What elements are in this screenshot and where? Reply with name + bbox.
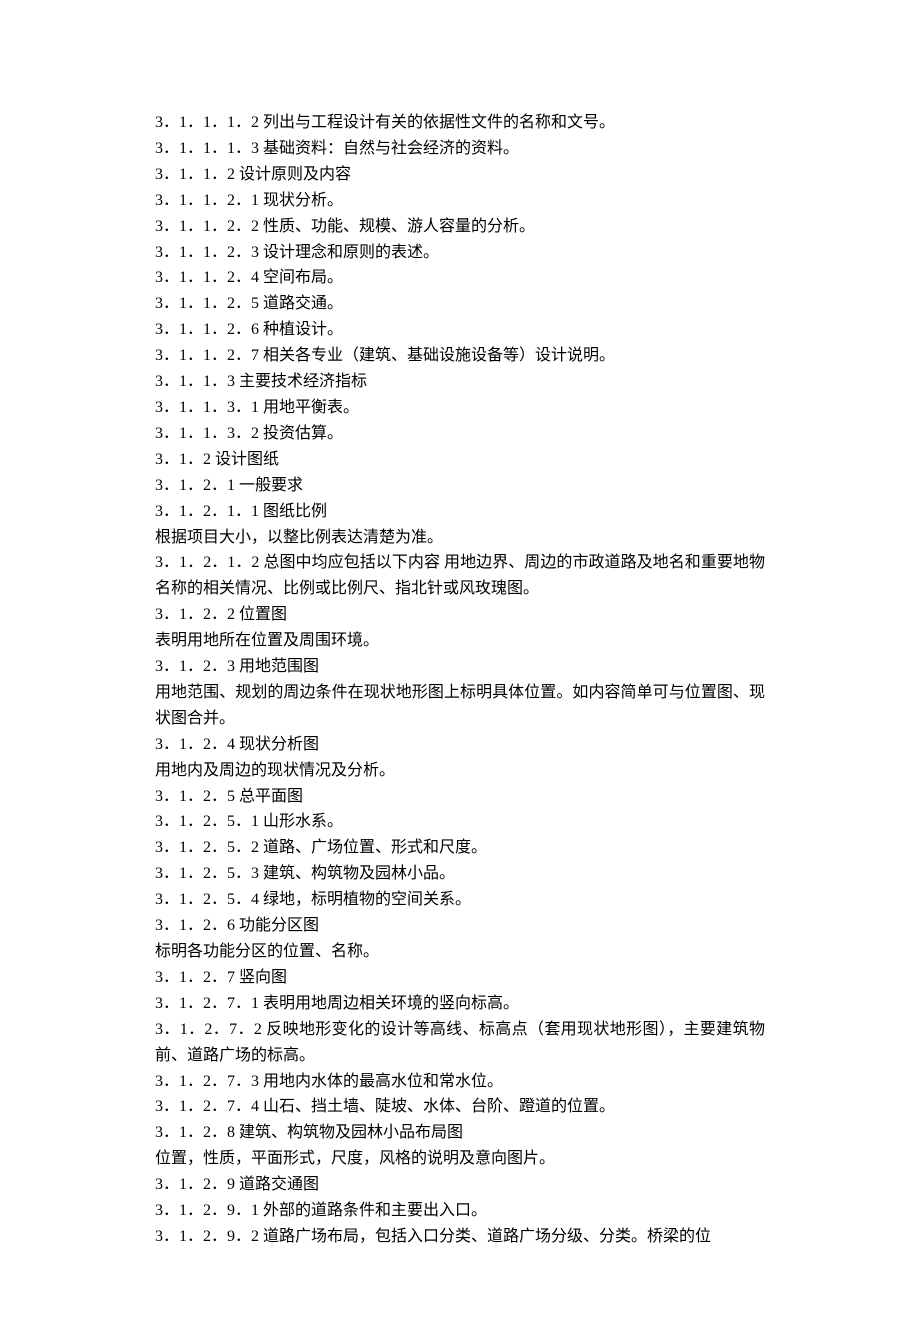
document-line: 用地内及周边的现状情况及分析。 — [155, 758, 765, 784]
document-line: 3．1．1．2．3 设计理念和原则的表述。 — [155, 240, 765, 266]
document-line: 3．1．2 设计图纸 — [155, 447, 765, 473]
document-line: 3．1．2．7．4 山石、挡土墙、陡坡、水体、台阶、蹬道的位置。 — [155, 1094, 765, 1120]
document-line: 3．1．1．3 主要技术经济指标 — [155, 369, 765, 395]
document-line: 3．1．2．7 竖向图 — [155, 965, 765, 991]
document-line: 3．1．2．7．3 用地内水体的最高水位和常水位。 — [155, 1069, 765, 1095]
document-line: 3．1．2．1．1 图纸比例 — [155, 499, 765, 525]
document-line: 3．1．2．2 位置图 — [155, 602, 765, 628]
document-line: 3．1．2．5 总平面图 — [155, 784, 765, 810]
document-line: 3．1．2．6 功能分区图 — [155, 913, 765, 939]
document-line: 3．1．2．5．3 建筑、构筑物及园林小品。 — [155, 861, 765, 887]
document-line: 3．1．2．9．1 外部的道路条件和主要出入口。 — [155, 1198, 765, 1224]
document-line: 3．1．2．9 道路交通图 — [155, 1172, 765, 1198]
document-line: 3．1．2．7．1 表明用地周边相关环境的竖向标高。 — [155, 991, 765, 1017]
document-line: 位置，性质，平面形式，尺度，风格的说明及意向图片。 — [155, 1146, 765, 1172]
document-line: 3．1．1．2．7 相关各专业（建筑、基础设施设备等）设计说明。 — [155, 343, 765, 369]
document-line: 3．1．1．3．1 用地平衡表。 — [155, 395, 765, 421]
document-line: 3．1．2．5．1 山形水系。 — [155, 809, 765, 835]
document-line: 3．1．1．2．1 现状分析。 — [155, 188, 765, 214]
document-line: 3．1．2．1 一般要求 — [155, 473, 765, 499]
document-body: 3．1．1．1．2 列出与工程设计有关的依据性文件的名称和文号。3．1．1．1．… — [155, 110, 765, 1250]
document-line: 3．1．1．3．2 投资估算。 — [155, 421, 765, 447]
document-line: 3．1．2．5．4 绿地，标明植物的空间关系。 — [155, 887, 765, 913]
document-line: 3．1．2．3 用地范围图 — [155, 654, 765, 680]
document-line: 3．1．1．2．6 种植设计。 — [155, 317, 765, 343]
document-line: 3．1．1．2．4 空间布局。 — [155, 265, 765, 291]
document-line: 3．1．2．7．2 反映地形变化的设计等高线、标高点（套用现状地形图），主要建筑… — [155, 1017, 765, 1069]
document-line: 3．1．2．4 现状分析图 — [155, 732, 765, 758]
document-line: 3．1．1．2．2 性质、功能、规模、游人容量的分析。 — [155, 214, 765, 240]
document-line: 根据项目大小，以整比例表达清楚为准。 — [155, 525, 765, 551]
document-line: 标明各功能分区的位置、名称。 — [155, 939, 765, 965]
document-line: 3．1．2．1．2 总图中均应包括以下内容 用地边界、周边的市政道路及地名和重要… — [155, 550, 765, 602]
document-line: 用地范围、规划的周边条件在现状地形图上标明具体位置。如内容简单可与位置图、现状图… — [155, 680, 765, 732]
document-line: 3．1．2．9．2 道路广场布局，包括入口分类、道路广场分级、分类。桥梁的位 — [155, 1224, 765, 1250]
document-line: 3．1．1．1．3 基础资料：自然与社会经济的资料。 — [155, 136, 765, 162]
document-line: 3．1．1．1．2 列出与工程设计有关的依据性文件的名称和文号。 — [155, 110, 765, 136]
document-line: 3．1．1．2 设计原则及内容 — [155, 162, 765, 188]
document-line: 3．1．2．5．2 道路、广场位置、形式和尺度。 — [155, 835, 765, 861]
document-line: 表明用地所在位置及周围环境。 — [155, 628, 765, 654]
document-line: 3．1．1．2．5 道路交通。 — [155, 291, 765, 317]
document-line: 3．1．2．8 建筑、构筑物及园林小品布局图 — [155, 1120, 765, 1146]
